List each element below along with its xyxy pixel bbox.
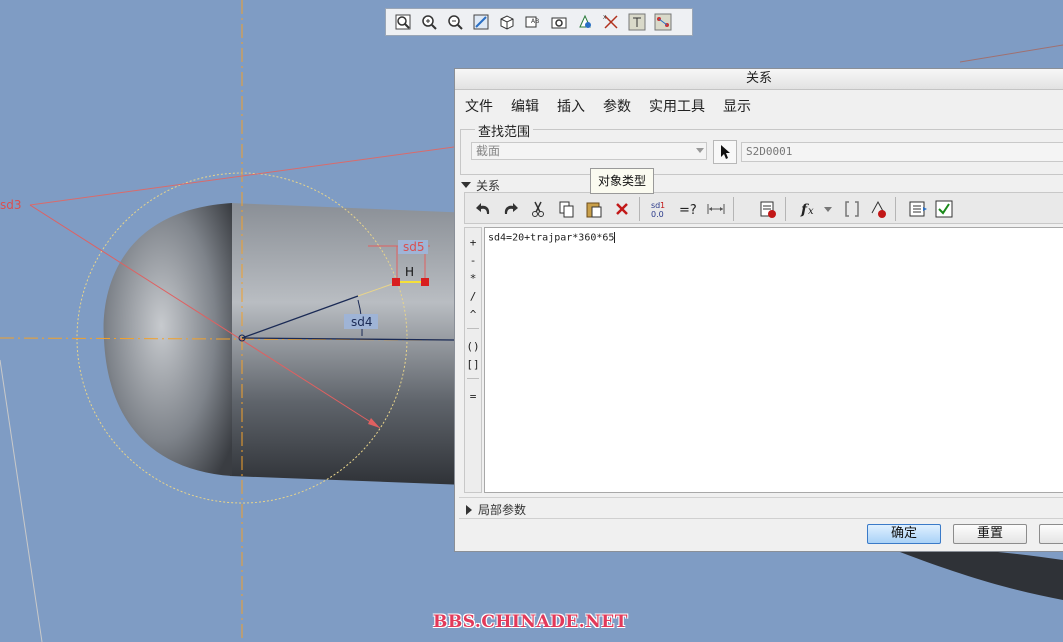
operator-parentheses[interactable]: () bbox=[465, 340, 481, 354]
operator-multiply[interactable]: * bbox=[465, 272, 481, 286]
dim-sd4: sd4 bbox=[351, 315, 373, 329]
menu-parameters[interactable]: 参数 bbox=[603, 96, 631, 116]
view-toolbar: AB X bbox=[385, 8, 693, 36]
locals-divider bbox=[459, 497, 1063, 519]
sketch-display-icon[interactable] bbox=[650, 11, 675, 33]
tooltip-object-type: 对象类型 bbox=[590, 168, 655, 194]
relations-editor[interactable]: sd4=20+trajpar*360*65 bbox=[484, 227, 1063, 493]
object-name-field[interactable]: S2D0001 bbox=[741, 142, 1063, 162]
paste-icon[interactable] bbox=[583, 198, 605, 220]
svg-text:=?: =? bbox=[679, 203, 697, 218]
delete-icon[interactable] bbox=[611, 198, 633, 220]
constraint-h: H bbox=[405, 265, 414, 279]
brackets-icon[interactable] bbox=[841, 198, 863, 220]
chevron-down-icon bbox=[696, 148, 704, 153]
operator-minus[interactable]: - bbox=[465, 254, 481, 268]
menu-file[interactable]: 文件 bbox=[465, 96, 493, 116]
zoom-in-icon[interactable] bbox=[416, 11, 441, 33]
text-caret bbox=[614, 232, 616, 243]
svg-text:1: 1 bbox=[660, 201, 665, 210]
cut-icon[interactable] bbox=[527, 198, 549, 220]
svg-text:sd: sd bbox=[651, 201, 660, 210]
ok-button[interactable]: 确定 bbox=[867, 524, 941, 544]
select-object-button[interactable] bbox=[713, 140, 737, 164]
watermark: BBS.CHINADE.NET bbox=[433, 612, 628, 632]
relation-line: sd4=20+trajpar*360*65 bbox=[488, 232, 615, 244]
cursor-arrow-icon bbox=[721, 145, 730, 159]
relations-section-label: 关系 bbox=[476, 178, 501, 193]
local-params-label: 局部参数 bbox=[478, 503, 527, 517]
svg-text:0.0: 0.0 bbox=[651, 210, 664, 219]
dropdown-icon[interactable] bbox=[821, 198, 835, 220]
copy-icon[interactable] bbox=[555, 198, 577, 220]
zoom-out-icon[interactable] bbox=[442, 11, 467, 33]
function-icon[interactable]: fx bbox=[799, 198, 821, 220]
svg-text:X: X bbox=[603, 15, 607, 21]
verify-icon[interactable] bbox=[757, 198, 779, 220]
evaluate-icon[interactable]: =? bbox=[677, 198, 699, 220]
display-style-icon[interactable]: AB bbox=[520, 11, 545, 33]
relations-toolbar: sd 1 0.0 =? fx bbox=[464, 192, 1063, 224]
redo-icon[interactable] bbox=[499, 198, 521, 220]
scope-select-value: 截面 bbox=[476, 144, 501, 158]
spin-center-icon[interactable]: X bbox=[598, 11, 623, 33]
refit-icon[interactable] bbox=[390, 11, 415, 33]
operator-equals[interactable]: = bbox=[465, 390, 481, 404]
operator-toolbar: + - * / ^ () [] = bbox=[464, 227, 482, 493]
show-dimension-icon[interactable] bbox=[705, 198, 727, 220]
operator-brackets[interactable]: [] bbox=[465, 358, 481, 372]
operator-plus[interactable]: + bbox=[465, 236, 481, 250]
operator-divide[interactable]: / bbox=[465, 290, 481, 304]
menu-display[interactable]: 显示 bbox=[723, 96, 751, 116]
menu-insert[interactable]: 插入 bbox=[557, 96, 585, 116]
expand-icon bbox=[466, 504, 472, 515]
insert-parameter-icon[interactable] bbox=[907, 198, 929, 220]
menu-utilities[interactable]: 实用工具 bbox=[649, 96, 705, 116]
undo-icon[interactable] bbox=[473, 198, 495, 220]
collapse-icon bbox=[461, 182, 471, 188]
operator-power[interactable]: ^ bbox=[465, 308, 481, 322]
scope-group: 查找范围 截面 S2D0001 bbox=[460, 121, 1063, 175]
menu-edit[interactable]: 编辑 bbox=[511, 96, 539, 116]
annotation-display-icon[interactable] bbox=[624, 11, 649, 33]
dialog-title: 关系 bbox=[455, 69, 1063, 90]
svg-text:AB: AB bbox=[531, 18, 539, 25]
datum-display-icon[interactable] bbox=[572, 11, 597, 33]
relations-section-toggle[interactable]: 关系 bbox=[461, 177, 500, 193]
view-manager-icon[interactable] bbox=[546, 11, 571, 33]
sort-icon[interactable] bbox=[867, 198, 889, 220]
scope-group-label: 查找范围 bbox=[475, 121, 534, 140]
saved-views-icon[interactable] bbox=[494, 11, 519, 33]
local-params-toggle[interactable]: 局部参数 bbox=[466, 501, 526, 518]
menu-bar: 文件 编辑 插入 参数 实用工具 显示 bbox=[455, 90, 1063, 122]
dim-sd5: sd5 bbox=[403, 240, 425, 254]
svg-text:x: x bbox=[808, 206, 814, 217]
check-icon[interactable] bbox=[933, 198, 955, 220]
dim-sd3: sd3 bbox=[0, 198, 22, 212]
relations-dialog: 关系 文件 编辑 插入 参数 实用工具 显示 查找范围 截面 S2D0001 关… bbox=[454, 68, 1063, 552]
scope-select[interactable]: 截面 bbox=[471, 142, 707, 160]
repaint-icon[interactable] bbox=[468, 11, 493, 33]
show-values-icon[interactable]: sd 1 0.0 bbox=[649, 198, 671, 220]
cancel-button[interactable] bbox=[1039, 524, 1063, 544]
reset-button[interactable]: 重置 bbox=[953, 524, 1027, 544]
